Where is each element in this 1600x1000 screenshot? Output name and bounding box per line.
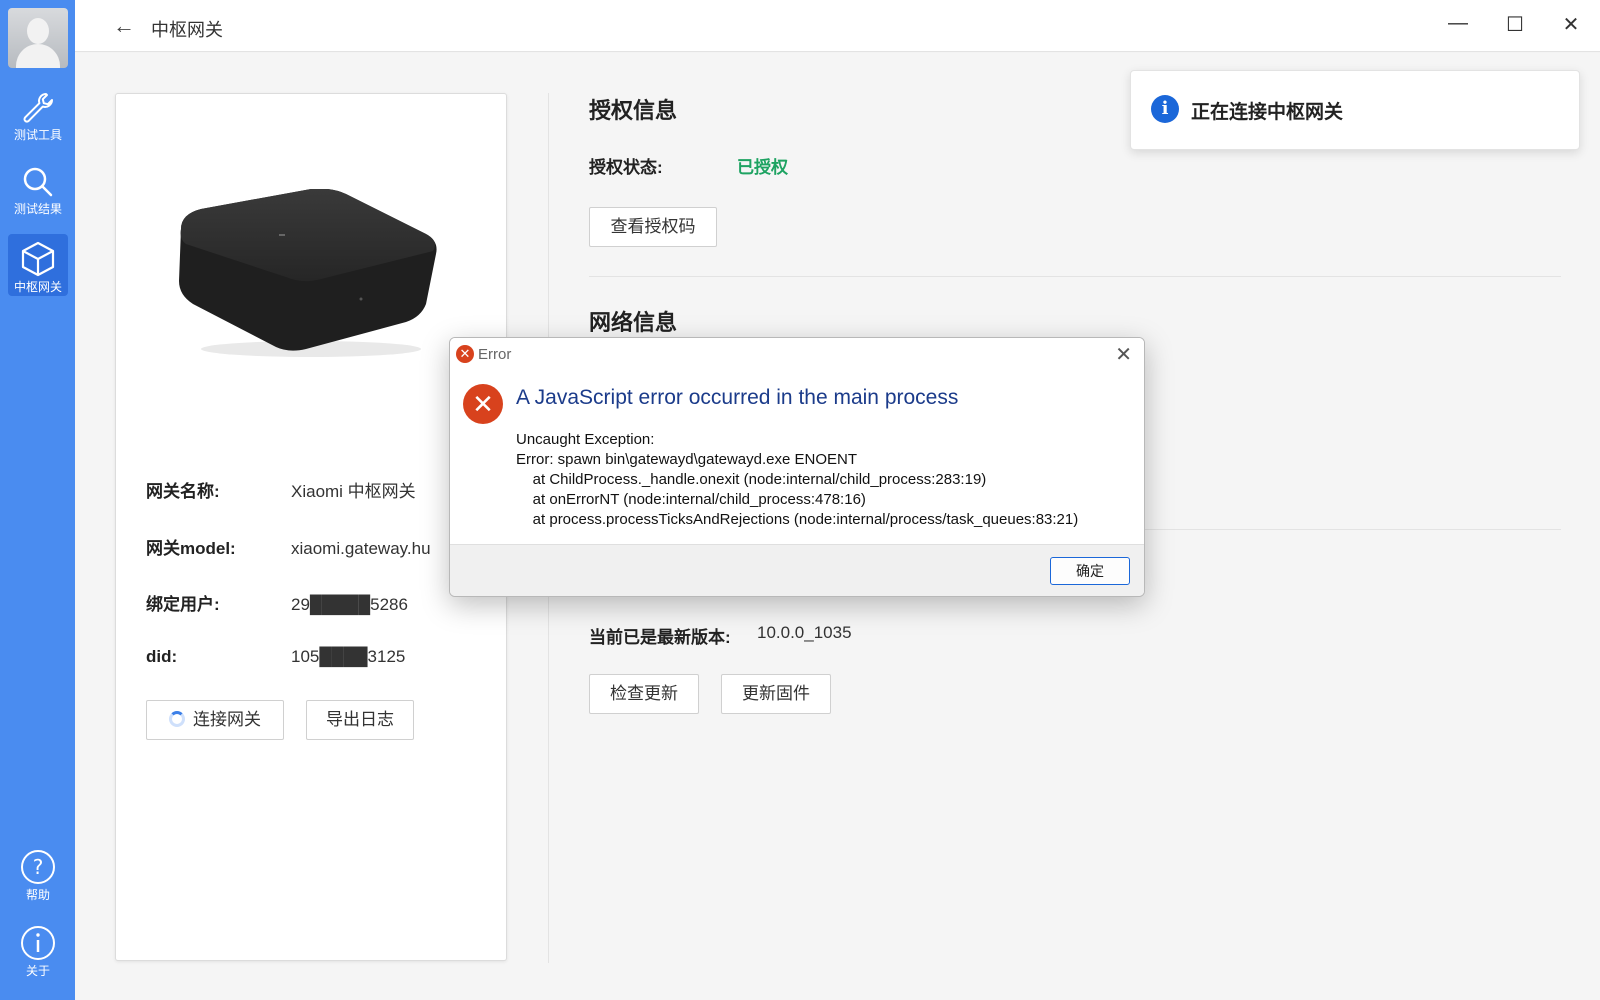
auth-status-label: 授权状态: bbox=[589, 158, 663, 177]
title-bar: ← 中枢网关 — ☐ ✕ bbox=[75, 0, 1600, 52]
gateway-model-value: xiaomi.gateway.hu bbox=[291, 539, 431, 558]
firmware-version-value: 10.0.0_1035 bbox=[757, 623, 852, 642]
sidebar-item-test-results[interactable]: 测试结果 bbox=[8, 158, 68, 220]
sidebar-item-label: 中枢网关 bbox=[13, 280, 62, 294]
sidebar-item-test-tools[interactable]: 测试工具 bbox=[8, 84, 68, 146]
info-icon: i bbox=[1151, 95, 1179, 123]
auth-section-title: 授权信息 bbox=[589, 98, 678, 123]
bound-user-label: 绑定用户: bbox=[146, 595, 220, 614]
back-arrow-icon[interactable]: ← bbox=[113, 13, 135, 39]
gateway-name-row: 网关名称: Xiaomi 中枢网关 bbox=[146, 477, 416, 502]
gateway-name-value: Xiaomi 中枢网关 bbox=[291, 482, 416, 501]
loading-spinner-icon bbox=[169, 711, 185, 727]
auth-status-value: 已授权 bbox=[737, 158, 788, 177]
dialog-heading: A JavaScript error occurred in the main … bbox=[516, 386, 959, 409]
dialog-title: Error bbox=[478, 346, 512, 363]
info-icon bbox=[21, 926, 55, 960]
sidebar: 测试工具 测试结果 中枢网关 ? 帮助 关于 bbox=[0, 0, 75, 1000]
sidebar-item-about[interactable]: 关于 bbox=[8, 918, 68, 980]
sidebar-item-label: 关于 bbox=[25, 964, 50, 978]
maximize-button[interactable]: ☐ bbox=[1500, 12, 1530, 37]
status-toast: i 正在连接中枢网关 bbox=[1130, 70, 1580, 150]
cube-icon bbox=[21, 241, 55, 277]
gateway-device-image bbox=[179, 189, 437, 357]
toast-text: 正在连接中枢网关 bbox=[1191, 102, 1344, 123]
page-title: 中枢网关 bbox=[151, 20, 223, 40]
error-dialog: ✕ Error ✕ ✕ A JavaScript error occurred … bbox=[449, 337, 1145, 597]
bound-user-value: 29█████5286 bbox=[291, 595, 408, 614]
did-label: did: bbox=[146, 647, 178, 666]
sidebar-item-hub-gateway[interactable]: 中枢网关 bbox=[8, 234, 68, 296]
close-window-button[interactable]: ✕ bbox=[1556, 12, 1586, 37]
avatar[interactable] bbox=[8, 8, 68, 68]
section-divider bbox=[589, 276, 1561, 277]
sidebar-item-label: 测试工具 bbox=[13, 128, 62, 142]
dialog-title-bar: ✕ Error ✕ bbox=[450, 338, 1144, 370]
did-value: 105████3125 bbox=[291, 647, 406, 666]
dialog-close-button[interactable]: ✕ bbox=[1115, 342, 1132, 367]
did-row: did: 105████3125 bbox=[146, 647, 405, 667]
gateway-name-label: 网关名称: bbox=[146, 482, 220, 501]
connect-gateway-button[interactable]: 连接网关 bbox=[146, 700, 284, 740]
dialog-ok-button[interactable]: 确定 bbox=[1050, 557, 1130, 585]
svg-text:?: ? bbox=[33, 855, 44, 879]
minimize-button[interactable]: — bbox=[1443, 12, 1473, 35]
error-large-icon: ✕ bbox=[463, 384, 503, 424]
firmware-version-label: 当前已是最新版本: bbox=[589, 628, 731, 647]
dialog-footer: 确定 bbox=[450, 544, 1144, 596]
network-section-title: 网络信息 bbox=[589, 310, 678, 335]
connect-gateway-label: 连接网关 bbox=[193, 710, 261, 729]
gateway-model-label: 网关model: bbox=[146, 539, 236, 558]
export-logs-button[interactable]: 导出日志 bbox=[306, 700, 414, 740]
help-icon: ? bbox=[21, 850, 55, 884]
error-icon: ✕ bbox=[456, 345, 474, 363]
sidebar-item-label: 帮助 bbox=[25, 888, 50, 902]
sidebar-item-help[interactable]: ? 帮助 bbox=[8, 842, 68, 904]
check-update-button[interactable]: 检查更新 bbox=[589, 674, 699, 714]
wrench-icon bbox=[23, 93, 53, 123]
dialog-message: Uncaught Exception: Error: spawn bin\gat… bbox=[516, 431, 1079, 528]
update-firmware-button[interactable]: 更新固件 bbox=[721, 674, 831, 714]
sidebar-item-label: 测试结果 bbox=[13, 202, 62, 216]
search-icon bbox=[23, 167, 53, 197]
bound-user-row: 绑定用户: 29█████5286 bbox=[146, 590, 408, 615]
view-auth-code-button[interactable]: 查看授权码 bbox=[589, 207, 717, 247]
